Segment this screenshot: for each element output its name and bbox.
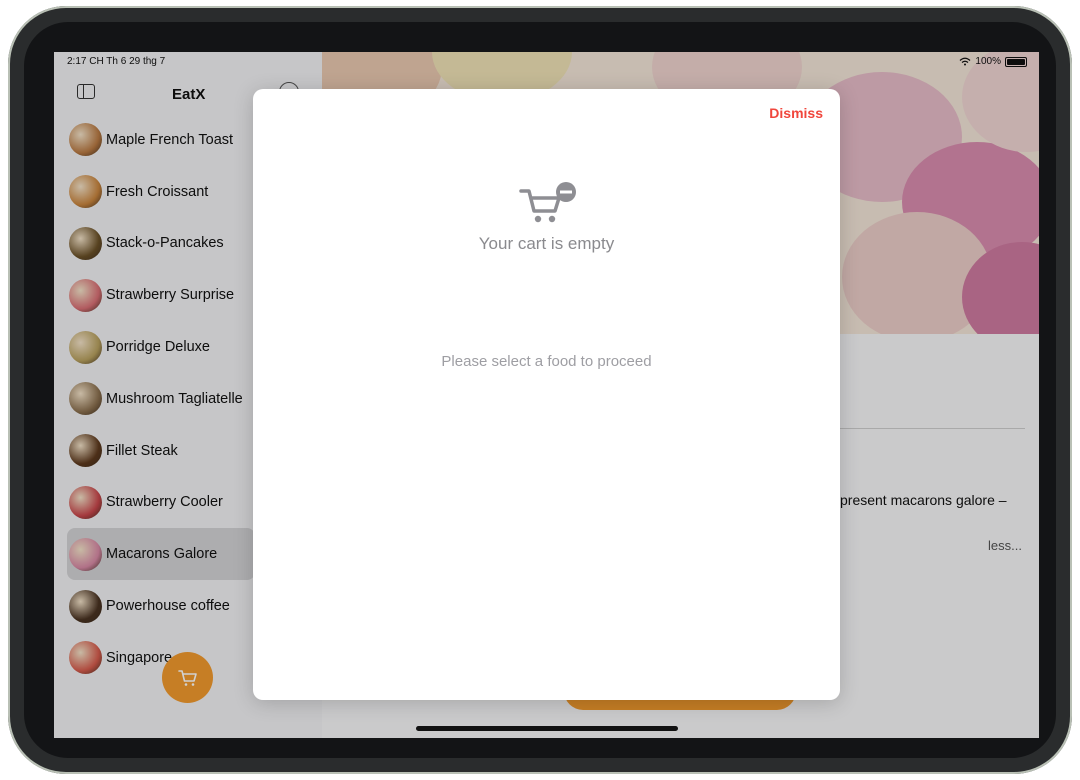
cart-remove-icon	[519, 182, 576, 223]
empty-cart-hint: Please select a food to proceed	[441, 353, 652, 370]
empty-cart-title: Your cart is empty	[478, 234, 615, 253]
cart-modal: Dismiss Your cart is empty Please select…	[253, 89, 840, 700]
app-screen: 2:17 CH Th 6 29 thg 7 EatX Maple French …	[54, 52, 1039, 738]
dismiss-button[interactable]: Dismiss	[769, 105, 823, 121]
home-indicator	[416, 726, 678, 731]
